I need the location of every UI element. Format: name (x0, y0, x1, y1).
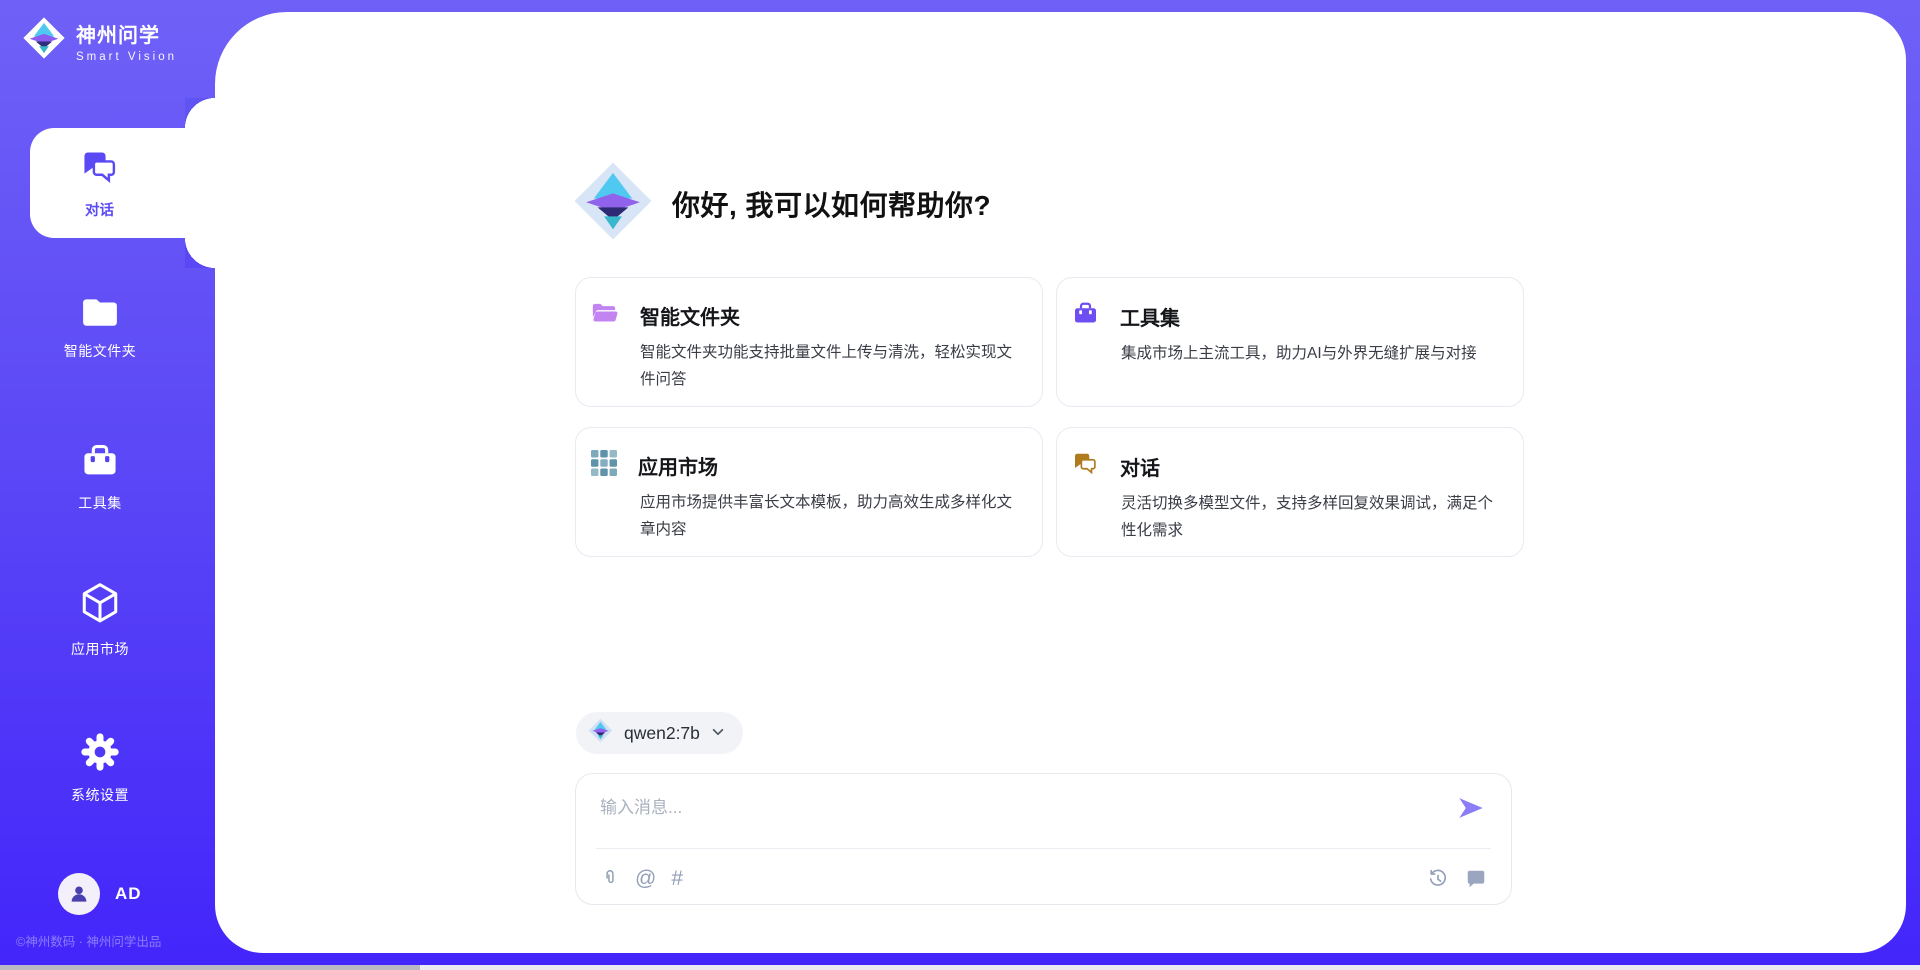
brand-diamond-icon (588, 718, 613, 748)
chat-bubbles-icon (1072, 450, 1099, 482)
brand: 神州问学 Smart Vision (22, 16, 177, 65)
card-title: 对话 (1120, 452, 1160, 481)
card-toolset[interactable]: 工具集 集成市场上主流工具，助力AI与外界无缝扩展与对接 (1056, 277, 1524, 407)
chat-bubble-icon[interactable] (1465, 868, 1487, 890)
card-app-market[interactable]: 应用市场 应用市场提供丰富长文本模板，助力高效生成多样化文章内容 (575, 427, 1043, 557)
history-icon[interactable] (1427, 868, 1449, 890)
sidebar-item-label: 对话 (85, 199, 114, 220)
model-selector[interactable]: qwen2:7b (576, 712, 743, 754)
brand-name: 神州问学 (76, 19, 177, 48)
toolbox-icon (80, 441, 120, 484)
greeting-text: 你好, 我可以如何帮助你? (672, 184, 991, 224)
sidebar-item-label: 系统设置 (71, 785, 129, 805)
card-description: 智能文件夹功能支持批量文件上传与清洗，轻松实现文件问答 (640, 340, 1016, 393)
toolbox-icon (1072, 300, 1099, 332)
hash-icon[interactable]: # (671, 868, 683, 889)
card-title: 应用市场 (638, 451, 718, 480)
brand-logo-icon (22, 16, 66, 65)
brand-diamond-icon (572, 160, 654, 247)
user-profile[interactable]: AD (58, 873, 142, 915)
tab-fillet-bottom (185, 238, 215, 268)
at-icon[interactable]: @ (635, 868, 656, 889)
greeting: 你好, 我可以如何帮助你? (572, 160, 991, 247)
card-title: 智能文件夹 (640, 301, 740, 330)
folder-icon (81, 295, 119, 332)
user-initials: AD (115, 884, 142, 904)
composer-divider (596, 848, 1491, 849)
cube-icon (78, 581, 122, 630)
scrollbar-thumb[interactable] (0, 965, 420, 970)
open-folder-icon (591, 300, 619, 331)
message-input[interactable] (600, 788, 1441, 828)
card-description: 集成市场上主流工具，助力AI与外界无缝扩展与对接 (1121, 341, 1497, 368)
chat-bubbles-icon (80, 147, 120, 192)
chevron-down-icon (711, 723, 725, 744)
tab-fillet-top (185, 98, 215, 128)
sidebar-item-smart-folders[interactable]: 智能文件夹 (0, 295, 200, 361)
paperclip-icon[interactable] (600, 867, 620, 889)
gear-icon (79, 731, 121, 776)
message-composer: @ # (575, 773, 1512, 905)
sidebar-item-settings[interactable]: 系统设置 (0, 731, 200, 805)
card-chat[interactable]: 对话 灵活切换多模型文件，支持多样回复效果调试，满足个性化需求 (1056, 427, 1524, 557)
card-title: 工具集 (1120, 302, 1180, 331)
copyright-text: ©神州数码 · 神州问学出品 (16, 931, 161, 950)
card-description: 应用市场提供丰富长文本模板，助力高效生成多样化文章内容 (640, 490, 1016, 543)
send-icon[interactable] (1457, 794, 1485, 822)
grid-cube-icon (591, 450, 617, 481)
card-description: 灵活切换多模型文件，支持多样回复效果调试，满足个性化需求 (1121, 491, 1497, 544)
sidebar-item-label: 应用市场 (71, 639, 129, 659)
sidebar-item-chat[interactable]: 对话 (30, 128, 215, 238)
sidebar-item-label: 工具集 (78, 493, 122, 513)
sidebar-item-toolset[interactable]: 工具集 (0, 441, 200, 513)
brand-subtitle: Smart Vision (76, 51, 177, 63)
feature-cards: 智能文件夹 智能文件夹功能支持批量文件上传与清洗，轻松实现文件问答 工具集 集成… (575, 277, 1524, 557)
main-panel: 你好, 我可以如何帮助你? 智能文件夹 智能文件夹功能支持批量文件上传与清洗，轻… (215, 12, 1906, 953)
model-name: qwen2:7b (624, 723, 700, 744)
avatar (58, 873, 100, 915)
horizontal-scrollbar[interactable] (0, 965, 1920, 970)
sidebar-item-app-market[interactable]: 应用市场 (0, 581, 200, 659)
sidebar-item-label: 智能文件夹 (64, 341, 137, 361)
card-smart-folders[interactable]: 智能文件夹 智能文件夹功能支持批量文件上传与清洗，轻松实现文件问答 (575, 277, 1043, 407)
